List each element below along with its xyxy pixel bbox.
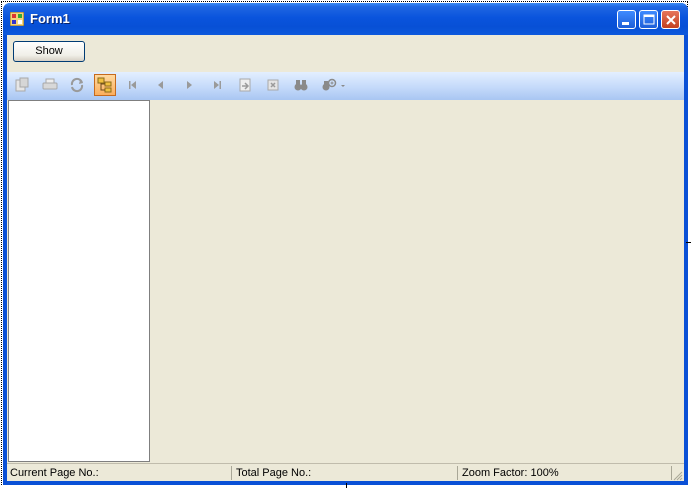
resize-grip-icon[interactable] <box>673 471 683 481</box>
goto-page-icon <box>239 78 251 92</box>
client-area: Show Current Page No.: Total Page No.: Z… <box>7 35 684 481</box>
window-title: Form1 <box>30 11 70 26</box>
minimize-button[interactable] <box>617 10 636 29</box>
toggle-tree-button[interactable] <box>94 74 116 96</box>
next-page-button[interactable] <box>178 74 200 96</box>
maximize-icon <box>643 14 655 25</box>
status-current-page: Current Page No.: <box>8 466 232 480</box>
group-tree-panel[interactable] <box>8 100 150 462</box>
export-icon <box>15 77 29 92</box>
form-window: Form1 Show Current Page No.: Total Page … <box>3 3 688 485</box>
close-button[interactable] <box>661 10 680 29</box>
status-zoom-factor: Zoom Factor: 100% <box>460 466 672 480</box>
close-icon <box>666 15 676 25</box>
refresh-button[interactable] <box>66 74 88 96</box>
edge-mark <box>686 242 691 243</box>
toggle-tree-icon <box>97 77 112 93</box>
print-button[interactable] <box>39 74 61 96</box>
title-bar[interactable]: Form1 <box>3 3 688 35</box>
refresh-icon <box>70 77 84 93</box>
minimize-icon <box>622 22 629 25</box>
first-page-icon <box>129 81 136 89</box>
report-preview-area[interactable] <box>152 100 684 462</box>
goto-page-button[interactable] <box>234 74 256 96</box>
show-button[interactable]: Show <box>13 41 85 62</box>
last-page-button[interactable] <box>206 74 228 96</box>
app-icon <box>10 12 24 26</box>
next-page-icon <box>187 81 192 89</box>
previous-page-button[interactable] <box>150 74 172 96</box>
stop-button[interactable] <box>262 74 284 96</box>
report-toolbar <box>7 72 684 100</box>
edge-mark <box>346 483 347 488</box>
status-bar: Current Page No.: Total Page No.: Zoom F… <box>7 463 684 481</box>
print-icon <box>42 78 58 90</box>
maximize-button[interactable] <box>639 10 658 29</box>
first-page-button[interactable] <box>122 74 144 96</box>
status-total-page: Total Page No.: <box>234 466 458 480</box>
previous-page-icon <box>158 81 163 89</box>
find-button[interactable] <box>290 74 312 96</box>
zoom-icon <box>322 78 345 91</box>
find-icon <box>294 80 308 91</box>
last-page-icon <box>214 81 221 89</box>
zoom-dropdown[interactable] <box>318 74 348 96</box>
stop-icon <box>267 79 279 91</box>
export-button[interactable] <box>11 74 33 96</box>
